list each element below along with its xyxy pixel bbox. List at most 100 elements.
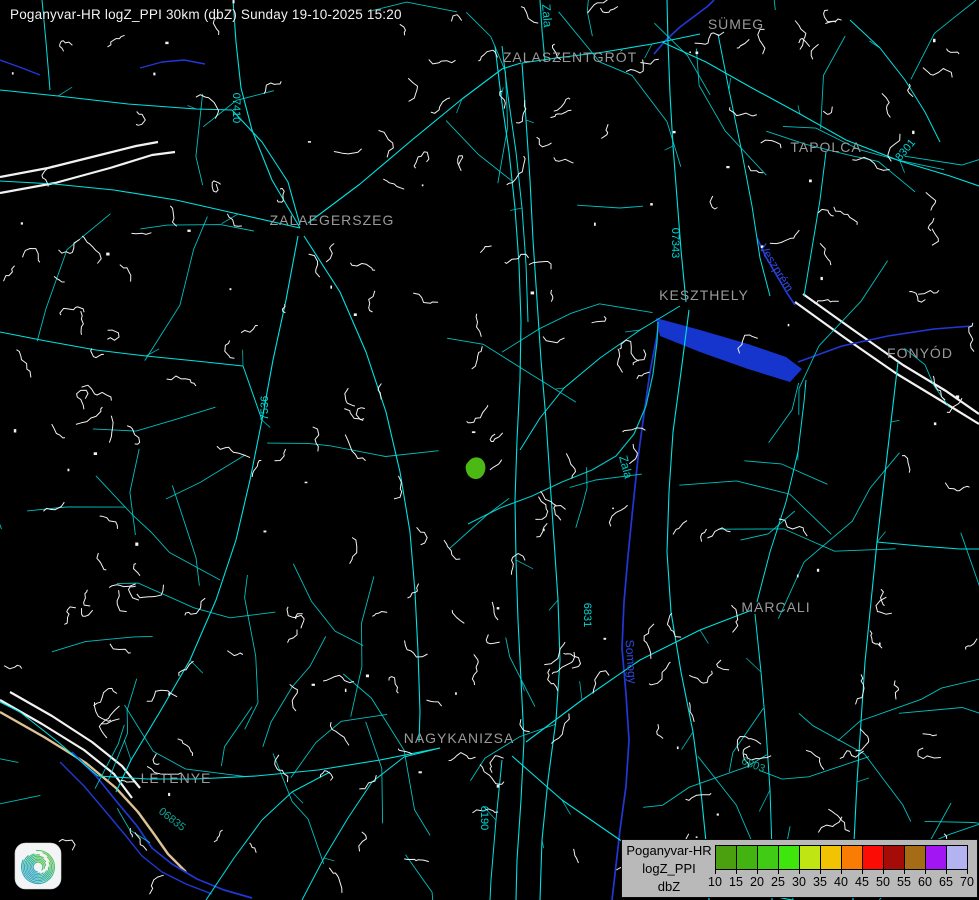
radar-viewer: SÜMEGZALASZENTGRÓTTAPOLCAZALAEGERSZEGKES… xyxy=(0,0,979,900)
settlement-mark xyxy=(710,196,717,209)
road-number-label: 07343 xyxy=(669,228,681,259)
settlement-mark xyxy=(551,714,569,744)
settlement-mark xyxy=(449,753,476,761)
settlement-mark xyxy=(97,553,106,570)
settlement-mark xyxy=(417,527,428,545)
settlement-mark xyxy=(170,206,176,226)
minor-road xyxy=(857,778,869,782)
settlement-dot xyxy=(689,52,691,54)
minor-road xyxy=(267,443,439,456)
region-label: Zala xyxy=(616,454,636,480)
settlement-mark xyxy=(894,681,898,700)
settlement-mark xyxy=(429,59,456,64)
minor-road xyxy=(124,740,131,760)
settlement-mark xyxy=(601,124,608,138)
minor-road xyxy=(821,36,846,129)
met-spiral-app-icon xyxy=(14,842,62,890)
settlement-mark xyxy=(185,598,205,615)
settlement-mark xyxy=(737,39,750,48)
settlement-dot xyxy=(233,0,235,3)
map-line xyxy=(667,310,709,900)
legend-tick xyxy=(946,869,947,874)
map-line xyxy=(654,0,714,54)
settlement-mark xyxy=(110,644,131,653)
settlement-mark xyxy=(52,424,65,438)
minor-road xyxy=(37,214,110,342)
legend-swatch xyxy=(799,845,821,870)
settlement-mark xyxy=(472,346,483,369)
settlement-dot xyxy=(717,814,719,816)
settlement-mark xyxy=(686,793,712,800)
settlement-mark xyxy=(389,677,399,694)
settlement-dot xyxy=(673,131,676,133)
minor-road xyxy=(580,681,582,700)
city-label: MARCALI xyxy=(741,599,810,615)
settlement-mark xyxy=(512,554,526,575)
settlement-mark xyxy=(902,456,910,473)
minor-road xyxy=(93,407,215,431)
settlement-mark xyxy=(408,584,419,598)
minor-road xyxy=(746,658,761,672)
settlement-mark xyxy=(529,262,551,270)
legend-tick xyxy=(925,869,926,874)
settlement-mark xyxy=(109,416,113,443)
minor-road xyxy=(761,0,775,10)
settlement-dot xyxy=(821,277,823,280)
settlement-mark xyxy=(554,157,574,163)
settlement-dot xyxy=(497,785,499,788)
settlement-mark xyxy=(334,149,362,154)
settlement-dot xyxy=(797,575,799,578)
minor-road xyxy=(450,498,510,548)
settlement-mark xyxy=(811,44,818,59)
minor-road xyxy=(140,225,253,231)
settlement-mark xyxy=(150,875,164,894)
settlement-mark xyxy=(472,654,478,685)
settlement-mark xyxy=(520,719,530,732)
settlement-mark xyxy=(137,585,164,598)
settlement-mark xyxy=(620,340,639,361)
map-line xyxy=(490,760,502,900)
minor-road xyxy=(744,461,827,485)
settlement-mark xyxy=(758,29,765,54)
minor-road xyxy=(366,722,383,824)
settlement-mark xyxy=(130,828,132,837)
settlement-mark xyxy=(932,229,938,246)
settlement-mark xyxy=(356,408,365,420)
settlement-mark xyxy=(490,460,502,470)
legend-tick xyxy=(883,869,884,874)
map-line xyxy=(232,110,300,225)
settlement-mark xyxy=(212,181,221,192)
settlement-mark xyxy=(554,98,570,111)
minor-road xyxy=(760,757,869,780)
settlement-dot xyxy=(696,836,698,838)
minor-road xyxy=(293,564,363,646)
settlement-dot xyxy=(912,131,914,134)
settlement-mark xyxy=(136,112,145,126)
settlement-dot xyxy=(696,52,699,55)
legend-swatch xyxy=(925,845,947,870)
minor-road xyxy=(577,205,643,208)
minor-road xyxy=(245,575,258,729)
settlement-mark xyxy=(127,426,140,445)
minor-road xyxy=(899,708,979,717)
minor-road xyxy=(0,730,18,763)
minor-road xyxy=(549,600,558,610)
settlement-mark xyxy=(82,236,101,264)
map-line xyxy=(233,0,300,228)
settlement-mark xyxy=(400,24,406,35)
settlement-mark xyxy=(600,7,618,13)
legend-swatch xyxy=(820,845,842,870)
map-line xyxy=(795,302,979,424)
minor-road xyxy=(718,529,896,551)
settlement-mark xyxy=(84,590,91,606)
legend-tick xyxy=(967,869,968,874)
settlement-mark xyxy=(701,529,707,542)
settlement-mark xyxy=(217,446,250,457)
settlement-dot xyxy=(230,288,232,290)
minor-road xyxy=(682,732,694,750)
legend-tick xyxy=(820,869,821,874)
settlement-mark xyxy=(458,156,462,166)
map-line xyxy=(0,60,40,75)
settlement-dot xyxy=(165,42,168,44)
minor-road xyxy=(729,78,731,90)
